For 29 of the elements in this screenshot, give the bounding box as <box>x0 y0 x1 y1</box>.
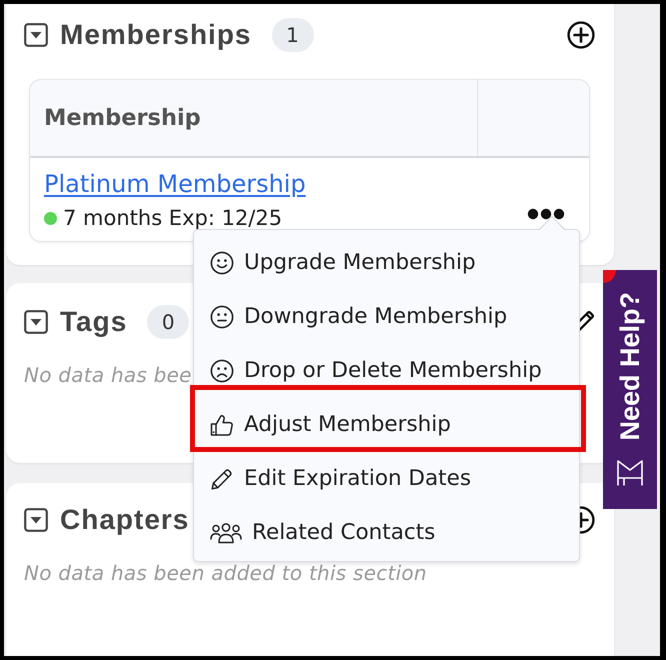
column-header: Membership <box>43 104 202 133</box>
empty-message: No data has bee <box>24 365 192 385</box>
pencil-icon <box>210 467 234 491</box>
menu-item[interactable]: Edit Expiration Dates <box>194 465 579 493</box>
sad-face-icon <box>210 359 234 383</box>
add-icon[interactable] <box>567 21 595 49</box>
menu-item[interactable]: Related Contacts <box>194 519 579 547</box>
section-title: Tags <box>60 305 128 339</box>
collapse-toggle-icon[interactable] <box>24 23 48 47</box>
smiley-face-icon <box>210 251 234 275</box>
count-badge: 0 <box>147 305 190 339</box>
count-badge: 1 <box>272 18 314 52</box>
membership-link[interactable]: Platinum Membership <box>44 170 306 198</box>
menu-item[interactable]: Upgrade Membership <box>194 249 579 277</box>
empty-message: No data has been added to this section <box>24 563 427 583</box>
membership-status: 7 months Exp: 12/25 <box>63 206 282 230</box>
section-title: Memberships <box>60 18 252 52</box>
collapse-toggle-icon[interactable] <box>24 508 48 532</box>
collapse-toggle-icon[interactable] <box>24 310 48 334</box>
help-tab[interactable]: Need Help? <box>603 270 657 509</box>
menu-item[interactable]: Downgrade Membership <box>194 303 579 331</box>
neutral-face-icon <box>210 305 234 329</box>
section-title: Chapters <box>60 503 190 537</box>
menu-item[interactable]: Drop or Delete Membership <box>194 357 579 385</box>
more-options-icon[interactable] <box>527 208 565 220</box>
logo-icon <box>615 458 645 487</box>
thumbs-up-icon <box>210 413 234 437</box>
menu-item[interactable]: Adjust Membership <box>190 385 586 452</box>
people-icon <box>210 521 242 545</box>
